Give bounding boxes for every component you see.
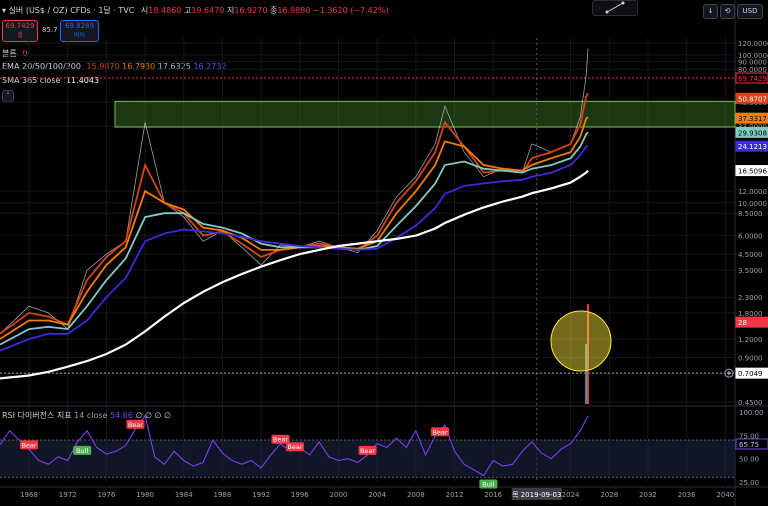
rsi-current-badge: 65.75 — [735, 438, 768, 450]
signal-badge-text: Bull — [482, 480, 494, 488]
time-tick-label: 1992 — [252, 491, 270, 499]
price-badge-text: 37.3317 — [738, 115, 767, 123]
rsi-tick-label: 25.00 — [739, 479, 759, 487]
price-tick-label: 4.5000 — [738, 251, 763, 259]
grid-lines — [0, 0, 768, 506]
price-tick-label: 1.2000 — [738, 336, 763, 344]
time-tick-label: 2000 — [330, 491, 348, 499]
price-axis-badge: 29.9308 — [735, 126, 768, 138]
price-axis-badge: 24.1213 — [735, 140, 768, 152]
bear-signal-label: Bear — [126, 419, 145, 429]
time-tick-label: 2036 — [678, 491, 696, 499]
price-tick-label: 2.3000 — [738, 294, 763, 302]
time-tick-label: 1984 — [175, 491, 193, 499]
rsi-legend[interactable]: RSI 다이버전스 지표 14 close 54.66 ∅ ∅ ∅ ∅ — [2, 410, 171, 421]
signal-badge-text: Bear — [128, 421, 143, 429]
time-tick-label: 1976 — [97, 491, 115, 499]
price-tick-label: 12.0000 — [738, 188, 767, 196]
price-tick-label: 8.5000 — [738, 210, 763, 218]
price-badge-text: 16.5096 — [738, 168, 767, 176]
signal-badge-text: Bear — [21, 441, 36, 449]
sma365-line — [0, 169, 589, 380]
rsi-tick-label: 50.00 — [739, 456, 759, 464]
rsi-band — [0, 440, 735, 478]
rsi-label: RSI 다이버전스 지표 — [2, 411, 72, 420]
rsi-tick-label: 100.00 — [739, 409, 764, 417]
time-tick-label: 1968 — [20, 491, 38, 499]
price-badge-text: 28 — [738, 319, 747, 327]
bear-signal-label: Bear — [20, 440, 39, 450]
add-alert-icon[interactable] — [724, 368, 734, 378]
rsi-value: 54.66 — [110, 411, 133, 420]
time-cursor-text: 목 2019-09-03 — [512, 491, 561, 499]
price-axis-badge: 50.8707 — [735, 92, 768, 104]
time-tick-label: 2028 — [600, 491, 618, 499]
time-tick-label: 1980 — [136, 491, 154, 499]
time-tick-label: 1996 — [291, 491, 309, 499]
time-tick-label: 2012 — [446, 491, 464, 499]
bull-signal-label: Bull — [73, 445, 92, 455]
price-axis-badge: 28 — [735, 316, 768, 328]
price-axis-badge: 0.7049 — [735, 367, 768, 379]
price-badge-text: 0.7049 — [738, 370, 763, 378]
price-badge-text: 69.7429 — [738, 75, 767, 83]
price-tick-label: 3.5000 — [738, 267, 763, 275]
price-tick-label: 120.0000 — [738, 40, 768, 48]
price-tick-label: 6.0000 — [738, 233, 763, 241]
price-tick-label: 0.9000 — [738, 354, 763, 362]
signal-badge-text: Bull — [76, 447, 88, 455]
signal-badge-text: Bear — [360, 447, 375, 455]
price-axis-badge: 69.7429 — [735, 72, 768, 84]
price-badge-text: 29.9308 — [738, 129, 767, 137]
time-tick-label: 2008 — [407, 491, 425, 499]
signal-badge-text: Bear — [287, 443, 302, 451]
chart-canvas[interactable]: BearBullBearBearBear BearBearBull 120.000… — [0, 0, 768, 506]
rsi-badge-text: 65.75 — [739, 441, 759, 449]
price-tick-label: 0.4500 — [738, 399, 763, 407]
price-badge-text: 50.8707 — [738, 95, 767, 103]
price-badge-text: 24.1213 — [738, 143, 767, 151]
highlight-zone — [114, 100, 736, 128]
time-tick-label: 2016 — [484, 491, 502, 499]
time-tick-label: 2004 — [368, 491, 386, 499]
signal-badge-text: Bear — [432, 428, 447, 436]
time-tick-label: 1972 — [59, 491, 77, 499]
time-cursor-label: 목 2019-09-03 — [511, 488, 562, 500]
rsi-params: 14 close — [74, 411, 108, 420]
bear-signal-label: Bear — [431, 427, 450, 437]
volume-highlight-circle — [550, 310, 612, 372]
time-tick-label: 2024 — [562, 491, 580, 499]
time-tick-label: 1988 — [214, 491, 232, 499]
bear-signal-label: Bear — [285, 442, 304, 452]
bear-signal-label: Bear — [358, 445, 377, 455]
price-axis-badge: 37.3317 — [735, 112, 768, 124]
chart-app: ▾ 실버 (US$ / OZ) CFDs · 1달 · TVC 시18.4860… — [0, 0, 768, 506]
signal-badge-text: Bear — [273, 436, 288, 444]
time-tick-label: 2040 — [716, 491, 734, 499]
price-axis-badge: 16.5096 — [735, 165, 768, 177]
price-tick-label: 10.0000 — [738, 200, 767, 208]
time-tick-label: 2032 — [639, 491, 657, 499]
rsi-flags: ∅ ∅ ∅ ∅ — [135, 411, 171, 420]
bull-signal-label: Bull — [479, 479, 498, 489]
